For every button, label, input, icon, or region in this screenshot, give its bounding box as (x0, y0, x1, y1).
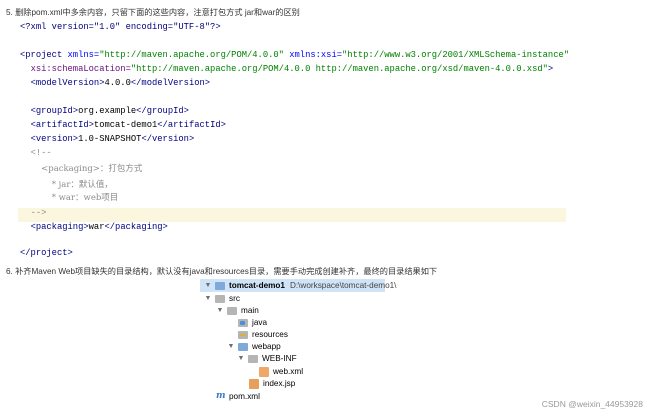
code-line-comment-open: <!-- (30, 148, 52, 158)
code-line-group-id: <groupId>org.example</groupId> (30, 106, 189, 116)
web-folder-icon (238, 342, 248, 351)
xml-file-icon (259, 366, 269, 377)
code-line-comment-3: * war：web项目 (51, 193, 119, 203)
step-6-text: 6. 补齐Maven Web项目缺失的目录结构，默认没有java和resourc… (6, 267, 438, 276)
tree-item-project[interactable]: ▼ tomcat-demo1 D:\workspace\tomcat-demo1… (204, 279, 397, 292)
chevron-down-icon[interactable]: ▼ (237, 352, 245, 365)
tree-item-label: WEB-INF (262, 354, 297, 363)
project-path: D:\workspace\tomcat-demo1\ (289, 281, 397, 290)
tree-item-web-inf[interactable]: ▼ WEB-INF (237, 352, 297, 365)
project-tree: ▼ tomcat-demo1 D:\workspace\tomcat-demo1… (200, 279, 396, 404)
code-line-comment-close: --> (30, 208, 47, 218)
code-line-xml-decl: <?xml version="1.0" encoding="UTF-8"?> (20, 22, 221, 32)
folder-icon (227, 306, 237, 315)
maven-icon: m (216, 391, 226, 401)
tree-item-label: pom.xml (229, 392, 260, 401)
chevron-down-icon[interactable]: ▼ (227, 340, 235, 353)
code-block: <?xml version="1.0" encoding="UTF-8"?> <… (8, 17, 569, 265)
resources-folder-icon (238, 330, 248, 339)
code-line-version: <version>1.0-SNAPSHOT</version> (30, 134, 195, 144)
code-line-project-close: </project> (20, 248, 73, 258)
folder-icon (248, 354, 258, 363)
chevron-down-icon[interactable]: ▼ (204, 279, 212, 292)
project-folder-icon (215, 281, 225, 290)
watermark: CSDN @weixin_44953928 (541, 399, 643, 409)
chevron-down-icon[interactable]: ▼ (204, 292, 212, 305)
project-name: tomcat-demo1 (229, 281, 285, 290)
source-folder-icon (238, 318, 248, 327)
tree-item-index-jsp[interactable]: index.jsp (249, 377, 295, 390)
code-line-artifact-id: <artifactId>tomcat-demo1</artifactId> (30, 120, 226, 130)
code-line-project-open: <project xmlns="http://maven.apache.org/… (20, 50, 570, 60)
code-line-schema: xsi:schemaLocation="http://maven.apache.… (30, 64, 554, 74)
folder-icon (215, 294, 225, 303)
code-line-comment-2: * jar：默认值， (51, 180, 113, 190)
tree-item-label: index.jsp (263, 379, 296, 388)
chevron-down-icon[interactable]: ▼ (216, 304, 224, 317)
tree-item-pom-xml[interactable]: m pom.xml (216, 390, 260, 403)
code-line-packaging: <packaging>war</packaging> (30, 222, 168, 232)
jsp-file-icon (249, 378, 259, 389)
code-line-model-version: <modelVersion>4.0.0</modelVersion> (30, 78, 211, 88)
code-line-comment-1: <packaging>：打包方式 (41, 164, 143, 174)
